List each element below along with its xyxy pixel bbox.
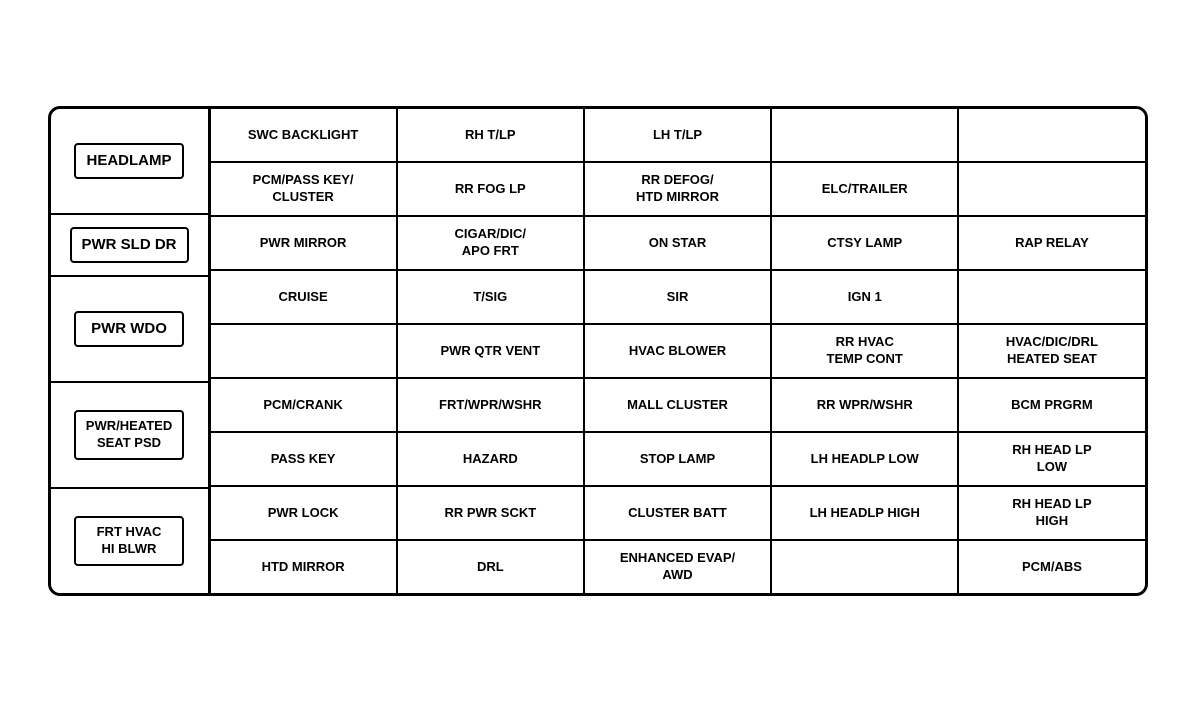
headlamp-label: HEADLAMP — [74, 143, 184, 179]
cell-rr-defog: RR DEFOG/HTD MIRROR — [585, 163, 772, 215]
grid-row-6: PCM/CRANK FRT/WPR/WSHR MALL CLUSTER RR W… — [211, 379, 1145, 433]
cell-frt-wpr-wshr: FRT/WPR/WSHR — [398, 379, 585, 431]
cell-rr-hvac-temp: RR HVACTEMP CONT — [772, 325, 959, 377]
cell-cluster-batt: CLUSTER BATT — [585, 487, 772, 539]
grid-row-4: CRUISE T/SIG SIR IGN 1 — [211, 271, 1145, 325]
cell-lh-headlp-low: LH HEADLP LOW — [772, 433, 959, 485]
cell-pcm-abs: PCM/ABS — [959, 541, 1144, 593]
cell-rr-fog-lp: RR FOG LP — [398, 163, 585, 215]
cell-hvac-blower: HVAC BLOWER — [585, 325, 772, 377]
cell-mall-cluster: MALL CLUSTER — [585, 379, 772, 431]
frt-hvac-label: FRT HVACHI BLWR — [74, 516, 184, 566]
grid-row-7: PASS KEY HAZARD STOP LAMP LH HEADLP LOW … — [211, 433, 1145, 487]
cell-rap-relay: RAP RELAY — [959, 217, 1144, 269]
cell-rr-pwr-sckt: RR PWR SCKT — [398, 487, 585, 539]
fuse-table: HEADLAMP PWR SLD DR PWR WDO PWR/HEATEDSE… — [48, 106, 1148, 596]
left-cell-pwr-heated-seat: PWR/HEATEDSEAT PSD — [51, 383, 208, 489]
pwr-heated-seat-label: PWR/HEATEDSEAT PSD — [74, 410, 184, 460]
grid-row-9: HTD MIRROR DRL ENHANCED EVAP/AWD PCM/ABS — [211, 541, 1145, 593]
cell-lh-headlp-high: LH HEADLP HIGH — [772, 487, 959, 539]
cell-pass-key: PASS KEY — [211, 433, 398, 485]
cell-pwr-lock: PWR LOCK — [211, 487, 398, 539]
left-cell-frt-hvac: FRT HVACHI BLWR — [51, 489, 208, 593]
cell-r1-empty1 — [772, 109, 959, 161]
cell-cruise: CRUISE — [211, 271, 398, 323]
cell-stop-lamp: STOP LAMP — [585, 433, 772, 485]
cell-ctsy-lamp: CTSY LAMP — [772, 217, 959, 269]
cell-lh-tlp: LH T/LP — [585, 109, 772, 161]
cell-bcm-prgrm: BCM PRGRM — [959, 379, 1144, 431]
grid-row-5: PWR QTR VENT HVAC BLOWER RR HVACTEMP CON… — [211, 325, 1145, 379]
left-cell-headlamp: HEADLAMP — [51, 109, 208, 215]
cell-swc-backlight: SWC BACKLIGHT — [211, 109, 398, 161]
cell-elc-trailer: ELC/TRAILER — [772, 163, 959, 215]
cell-hazard: HAZARD — [398, 433, 585, 485]
cell-pwr-mirror: PWR MIRROR — [211, 217, 398, 269]
cell-cigar-dic: CIGAR/DIC/APO FRT — [398, 217, 585, 269]
pwr-wdo-label: PWR WDO — [74, 311, 184, 347]
cell-ign1: IGN 1 — [772, 271, 959, 323]
cell-rh-head-lp-low: RH HEAD LPLOW — [959, 433, 1144, 485]
cell-r9-empty1 — [772, 541, 959, 593]
cell-sir: SIR — [585, 271, 772, 323]
cell-r1-empty2 — [959, 109, 1144, 161]
cell-pcm-crank: PCM/CRANK — [211, 379, 398, 431]
cell-r5-empty1 — [211, 325, 398, 377]
cell-drl: DRL — [398, 541, 585, 593]
grid-row-1: SWC BACKLIGHT RH T/LP LH T/LP — [211, 109, 1145, 163]
cell-enhanced-evap: ENHANCED EVAP/AWD — [585, 541, 772, 593]
left-cell-pwr-wdo: PWR WDO — [51, 277, 208, 383]
cell-r4-empty1 — [959, 271, 1144, 323]
grid-row-2: PCM/PASS KEY/CLUSTER RR FOG LP RR DEFOG/… — [211, 163, 1145, 217]
cell-htd-mirror: HTD MIRROR — [211, 541, 398, 593]
cell-pcm-pass-key: PCM/PASS KEY/CLUSTER — [211, 163, 398, 215]
cell-rr-wpr-wshr: RR WPR/WSHR — [772, 379, 959, 431]
cell-pwr-qtr-vent: PWR QTR VENT — [398, 325, 585, 377]
cell-rh-tlp: RH T/LP — [398, 109, 585, 161]
right-grid: SWC BACKLIGHT RH T/LP LH T/LP PCM/PASS K… — [211, 109, 1145, 593]
cell-rh-head-lp-high: RH HEAD LPHIGH — [959, 487, 1144, 539]
grid-row-8: PWR LOCK RR PWR SCKT CLUSTER BATT LH HEA… — [211, 487, 1145, 541]
cell-tsig: T/SIG — [398, 271, 585, 323]
cell-r2-empty1 — [959, 163, 1144, 215]
left-column: HEADLAMP PWR SLD DR PWR WDO PWR/HEATEDSE… — [51, 109, 211, 593]
cell-hvac-dic-drl: HVAC/DIC/DRLHEATED SEAT — [959, 325, 1144, 377]
left-cell-pwr-sld-dr: PWR SLD DR — [51, 215, 208, 277]
grid-row-3: PWR MIRROR CIGAR/DIC/APO FRT ON STAR CTS… — [211, 217, 1145, 271]
pwr-sld-dr-label: PWR SLD DR — [70, 227, 189, 263]
cell-on-star: ON STAR — [585, 217, 772, 269]
